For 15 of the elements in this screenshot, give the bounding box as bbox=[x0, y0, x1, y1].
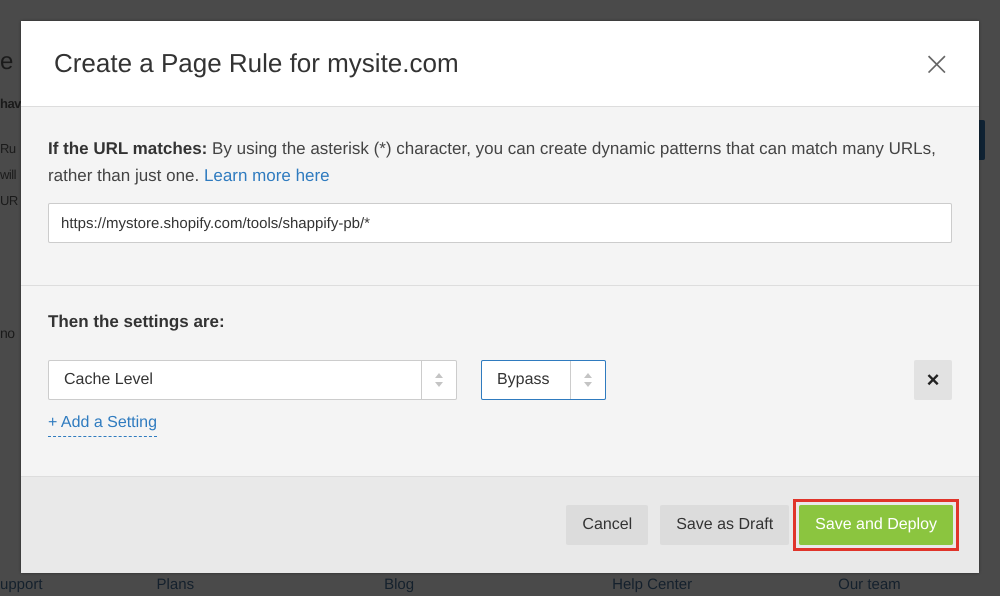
value-select[interactable]: Bypass bbox=[481, 360, 606, 400]
url-field[interactable]: https://mystore.shopify.com/tools/shappify-pb/* bbox=[48, 203, 952, 243]
learn-more-link[interactable]: Learn more here bbox=[204, 166, 330, 185]
add-setting-link[interactable]: + Add a Setting bbox=[48, 414, 157, 437]
dialog-title: Create a Page Rule for mysite.com bbox=[54, 48, 460, 79]
sort-arrows-icon bbox=[583, 372, 593, 388]
description-text: If the URL matches: By using the asterisk (*) character, you can create dynamic patterns that can match many URLs, rather than just one. Learn more here bbox=[48, 138, 937, 187]
setting-select[interactable]: Cache Level bbox=[48, 360, 457, 400]
sort-arrows-icon bbox=[434, 372, 444, 388]
deploy-button[interactable]: Save and Deploy bbox=[799, 505, 953, 545]
secondary-button[interactable]: Save as Draft bbox=[660, 505, 790, 545]
remove-button[interactable]: × bbox=[914, 360, 952, 400]
settings-heading: Then the settings are: bbox=[48, 312, 226, 332]
secondary-button[interactable]: Cancel bbox=[566, 505, 648, 545]
close-button[interactable]: × bbox=[922, 46, 951, 80]
